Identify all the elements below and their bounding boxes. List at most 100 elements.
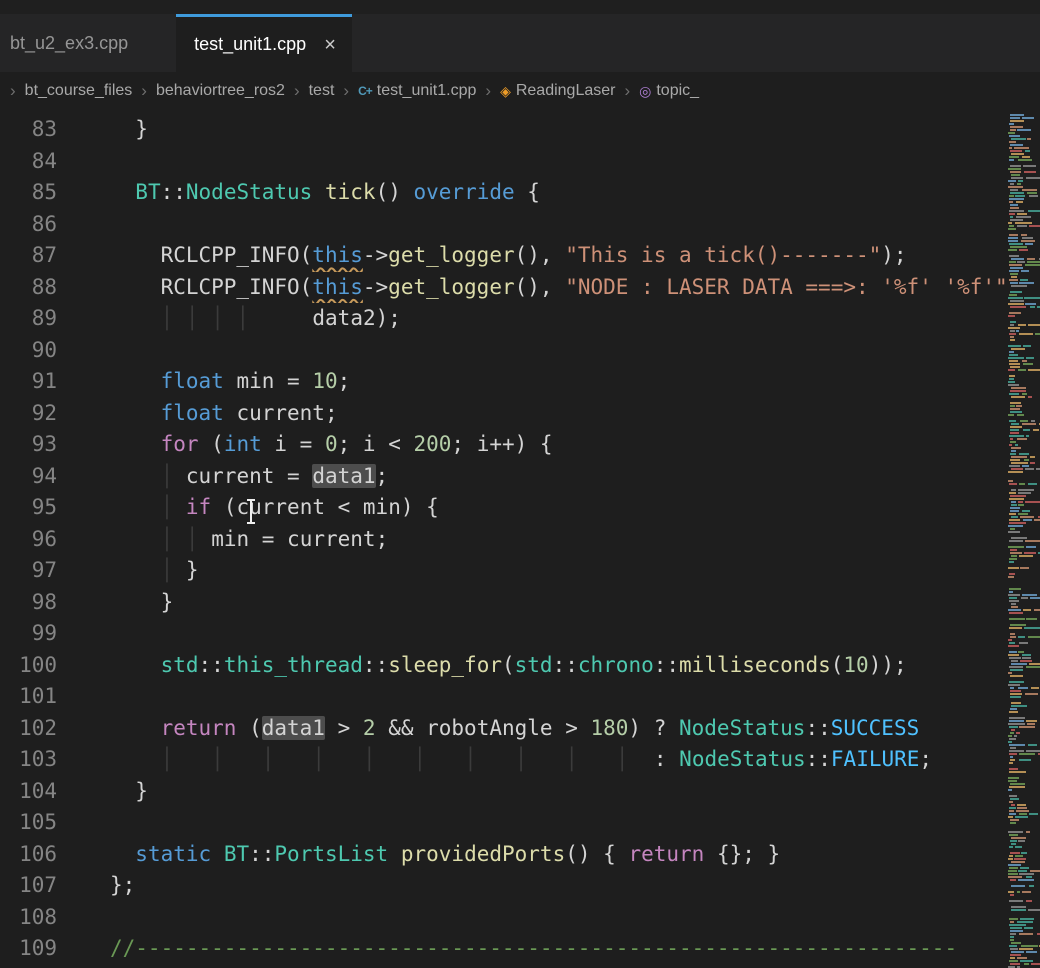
code-line[interactable] [57, 209, 1008, 241]
code-area[interactable]: 83 }84 85 BT::NodeStatus tick() override… [0, 114, 1008, 968]
minimap-line [1008, 390, 1040, 392]
code-line[interactable]: for (int i = 0; i < 200; i++) { [57, 429, 1008, 461]
line-number[interactable]: 97 [0, 555, 57, 587]
line-number[interactable]: 108 [0, 902, 57, 934]
line-number[interactable]: 93 [0, 429, 57, 461]
minimap-line [1008, 366, 1040, 368]
line-number[interactable]: 96 [0, 524, 57, 556]
code-line[interactable]: │ } [57, 555, 1008, 587]
code-line[interactable]: │ if (current < min) { [57, 492, 1008, 524]
code-line[interactable]: return (data1 > 2 && robotAngle > 180) ?… [57, 713, 1008, 745]
code-line[interactable] [57, 618, 1008, 650]
minimap-line [1008, 357, 1040, 359]
line-number[interactable]: 95 [0, 492, 57, 524]
line-number[interactable]: 91 [0, 366, 57, 398]
close-icon[interactable]: × [324, 35, 336, 55]
code-line[interactable]: │ current = data1; [57, 461, 1008, 493]
code-line[interactable]: │ │ min = current; [57, 524, 1008, 556]
minimap-line [1008, 849, 1040, 851]
line-number[interactable]: 105 [0, 807, 57, 839]
line-number[interactable]: 102 [0, 713, 57, 745]
line-number[interactable]: 107 [0, 870, 57, 902]
minimap-line [1008, 933, 1040, 935]
line-number[interactable]: 87 [0, 240, 57, 272]
code-line[interactable] [57, 902, 1008, 934]
code-line[interactable]: float min = 10; [57, 366, 1008, 398]
minimap-line [1008, 639, 1040, 641]
line-number[interactable]: 98 [0, 587, 57, 619]
code-line[interactable]: RCLCPP_INFO(this->get_logger(), "This is… [57, 240, 1008, 272]
minimap-line [1008, 816, 1040, 818]
minimap-line [1008, 900, 1040, 902]
code-line[interactable]: std::this_thread::sleep_for(std::chrono:… [57, 650, 1008, 682]
minimap-line [1008, 312, 1040, 314]
code-line[interactable] [57, 807, 1008, 839]
minimap-line [1008, 789, 1040, 791]
tab-bt_u2_ex3-cpp[interactable]: bt_u2_ex3.cpp [0, 14, 176, 72]
line-number[interactable]: 94 [0, 461, 57, 493]
editor-row: 86 [0, 209, 1008, 241]
minimap-line [1008, 327, 1040, 329]
minimap-line [1008, 369, 1040, 371]
breadcrumb-item-readinglaser[interactable]: ◈ ReadingLaser [500, 82, 615, 100]
editor-row: 94 │ current = data1; [0, 461, 1008, 493]
minimap[interactable] [1008, 114, 1040, 968]
line-number[interactable]: 84 [0, 146, 57, 178]
minimap-line [1008, 399, 1040, 401]
line-number[interactable]: 100 [0, 650, 57, 682]
code-line[interactable]: │ │ │ │ │ │ │ │ │ │ : NodeStatus::FAILUR… [57, 744, 1008, 776]
code-line[interactable]: static BT::PortsList providedPorts() { r… [57, 839, 1008, 871]
minimap-line [1008, 447, 1040, 449]
code-line[interactable] [57, 146, 1008, 178]
breadcrumb-item-behaviortree-ros2[interactable]: behaviortree_ros2 [156, 82, 285, 100]
titlebar [0, 0, 1040, 14]
line-number[interactable]: 103 [0, 744, 57, 776]
minimap-line [1008, 942, 1040, 944]
line-number[interactable]: 85 [0, 177, 57, 209]
line-number[interactable]: 99 [0, 618, 57, 650]
line-number[interactable]: 104 [0, 776, 57, 808]
minimap-line [1008, 432, 1040, 434]
line-number[interactable]: 89 [0, 303, 57, 335]
minimap-line [1008, 663, 1040, 665]
minimap-line [1008, 507, 1040, 509]
minimap-line [1008, 657, 1040, 659]
minimap-line [1008, 573, 1040, 575]
line-number[interactable]: 88 [0, 272, 57, 304]
line-number[interactable]: 109 [0, 933, 57, 965]
code-line[interactable]: } [57, 776, 1008, 808]
line-number[interactable]: 92 [0, 398, 57, 430]
breadcrumb-item-topic[interactable]: ◎ topic_ [639, 82, 699, 100]
minimap-line [1008, 372, 1040, 374]
line-number[interactable]: 90 [0, 335, 57, 367]
code-line[interactable]: //--------------------------------------… [57, 933, 1008, 965]
code-line[interactable] [57, 681, 1008, 713]
breadcrumb-item-test[interactable]: test [309, 82, 335, 100]
code-line[interactable]: } [57, 587, 1008, 619]
minimap-line [1008, 783, 1040, 785]
minimap-line [1008, 909, 1040, 911]
code-line[interactable]: BT::NodeStatus tick() override { [57, 177, 1008, 209]
minimap-line [1008, 267, 1040, 269]
code-line[interactable]: RCLCPP_INFO(this->get_logger(), "NODE : … [57, 272, 1008, 304]
minimap-line [1008, 204, 1040, 206]
tab-test_unit1-cpp[interactable]: test_unit1.cpp × [176, 14, 352, 72]
code-line[interactable]: }; [57, 870, 1008, 902]
breadcrumb-item-test-unit1-cpp[interactable]: C+ test_unit1.cpp [358, 82, 476, 100]
code-line[interactable] [57, 335, 1008, 367]
code-line[interactable]: float current; [57, 398, 1008, 430]
minimap-line [1008, 183, 1040, 185]
minimap-line [1008, 837, 1040, 839]
line-number[interactable]: 106 [0, 839, 57, 871]
line-number[interactable]: 83 [0, 114, 57, 146]
minimap-line [1008, 717, 1040, 719]
line-number[interactable]: 86 [0, 209, 57, 241]
editor-row: 92 float current; [0, 398, 1008, 430]
line-number[interactable]: 101 [0, 681, 57, 713]
code-line[interactable]: } [57, 114, 1008, 146]
code-line[interactable]: │ │ │ │ data2); [57, 303, 1008, 335]
minimap-line [1008, 486, 1040, 488]
breadcrumb-item-bt-course-files[interactable]: bt_course_files [25, 82, 133, 100]
minimap-line [1008, 897, 1040, 899]
minimap-line [1008, 915, 1040, 917]
